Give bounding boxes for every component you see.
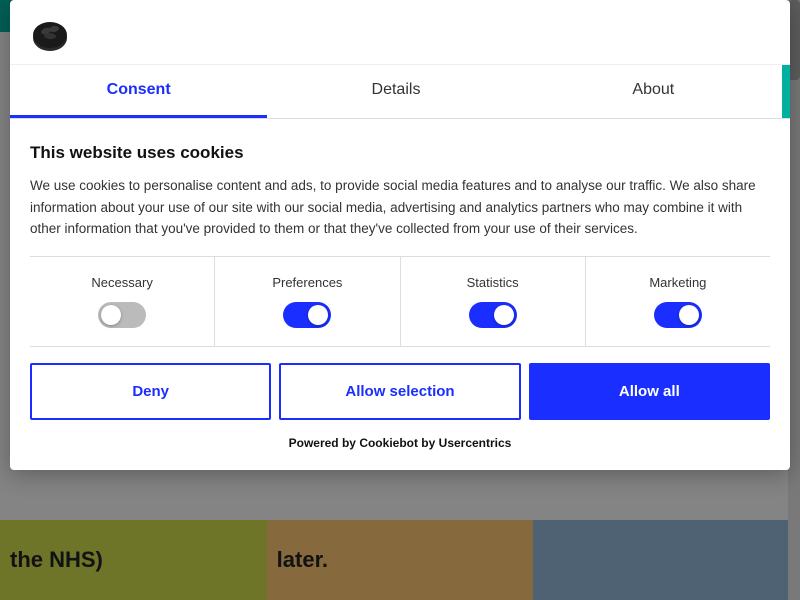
toggle-necessary-thumb	[101, 305, 121, 325]
toggle-preferences: Preferences	[215, 257, 400, 346]
toggle-statistics-thumb	[494, 305, 514, 325]
toggle-necessary-label: Necessary	[91, 275, 152, 290]
tab-consent[interactable]: Consent	[10, 65, 267, 118]
toggle-preferences-switch[interactable]	[283, 302, 331, 328]
toggle-marketing-label: Marketing	[649, 275, 706, 290]
toggle-marketing-switch[interactable]	[654, 302, 702, 328]
dialog-body: We use cookies to personalise content an…	[30, 175, 770, 240]
allow-all-button[interactable]: Allow all	[529, 363, 770, 420]
toggle-marketing: Marketing	[586, 257, 770, 346]
powered-by-prefix: Powered by	[289, 436, 360, 450]
overlay: Consent Details About This website uses …	[0, 0, 800, 600]
logo-icon	[30, 16, 70, 56]
cookie-dialog: Consent Details About This website uses …	[10, 0, 790, 470]
toggle-marketing-thumb	[679, 305, 699, 325]
toggle-preferences-label: Preferences	[272, 275, 342, 290]
allow-selection-button[interactable]: Allow selection	[279, 363, 520, 420]
tab-accent	[782, 65, 790, 118]
tab-about[interactable]: About	[525, 65, 782, 118]
toggle-necessary-switch[interactable]	[98, 302, 146, 328]
powered-by: Powered by Cookiebot by Usercentrics	[30, 428, 770, 454]
toggle-statistics-label: Statistics	[467, 275, 519, 290]
dialog-content: This website uses cookies We use cookies…	[10, 119, 790, 470]
toggles-row: Necessary Preferences Statistics	[30, 256, 770, 347]
toggle-statistics-switch[interactable]	[469, 302, 517, 328]
deny-button[interactable]: Deny	[30, 363, 271, 420]
buttons-row: Deny Allow selection Allow all	[30, 363, 770, 420]
dialog-header	[10, 0, 790, 65]
dialog-title: This website uses cookies	[30, 143, 770, 163]
toggle-necessary: Necessary	[30, 257, 215, 346]
tabs-container: Consent Details About	[10, 65, 790, 119]
tab-details[interactable]: Details	[267, 65, 524, 118]
powered-by-brand: Cookiebot by Usercentrics	[359, 436, 511, 450]
toggle-statistics: Statistics	[401, 257, 586, 346]
